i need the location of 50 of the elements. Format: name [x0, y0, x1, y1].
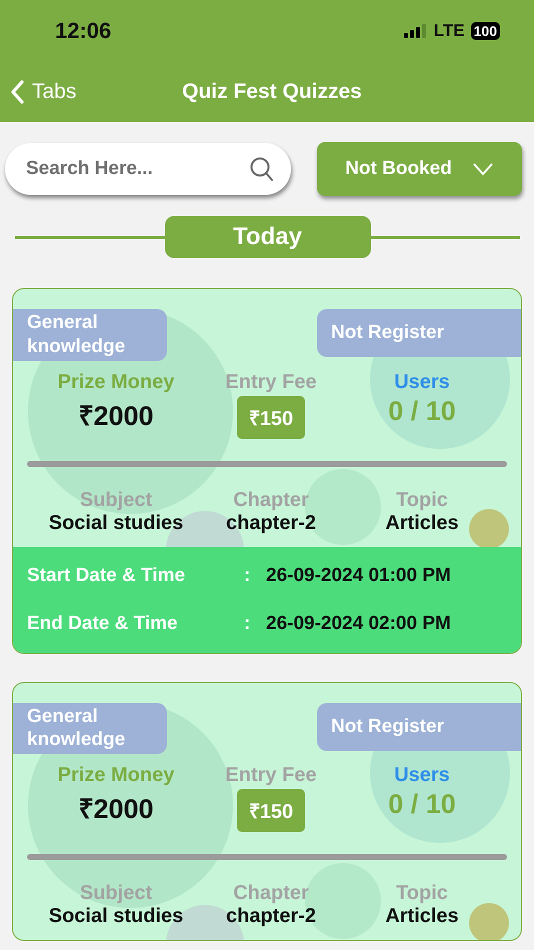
status-tag: Not Register [317, 309, 521, 357]
topic-label: Topic [396, 488, 448, 512]
search-icon [249, 156, 275, 182]
date-value: 26-09-2024 01:00 PM [266, 564, 451, 586]
date-label: End Date & Time [27, 612, 179, 634]
bubble-decoration [469, 902, 509, 940]
prize-label: Prize Money [58, 370, 174, 394]
subject-value: Social studies [48, 905, 184, 928]
quiz-card[interactable] [12, 288, 522, 654]
subject-label: Subject [80, 488, 152, 512]
prize-label: Prize Money [58, 764, 174, 787]
section-header: Today [164, 216, 370, 258]
quiz-card[interactable]: General knowledge Not Register Prize Money ₹2000 Entry Fee ₹150 Users 0 / 10 Subject Social studies Chapter chapter-2 Topic Articles [12, 682, 522, 941]
network-label: LTE [434, 21, 465, 41]
fee-value: ₹150 [236, 789, 306, 832]
battery-indicator: 100 [470, 22, 500, 40]
prize-value: ₹2000 [78, 400, 154, 432]
status-time: 12:06 [55, 18, 112, 44]
date-label: Start Date & Time [27, 564, 186, 586]
chapter-label: Chapter [233, 488, 309, 512]
topic-label: Topic [396, 882, 448, 905]
users-label: Users [394, 764, 450, 787]
signal-icon [404, 24, 428, 38]
fee-label: Entry Fee [225, 764, 317, 787]
fee-value: ₹150 [236, 396, 306, 438]
category-tag: General knowledge [13, 702, 167, 754]
separator-colon: : [244, 564, 252, 586]
prize-value: ₹2000 [78, 793, 154, 826]
status-tag: Not Register [317, 702, 521, 750]
chevron-down-icon [472, 162, 494, 176]
users-value: 0 / 10 [388, 789, 456, 820]
chapter-value: chapter-2 [226, 512, 316, 534]
back-button[interactable]: Tabs [10, 80, 76, 104]
separator-colon: : [244, 612, 252, 634]
subject-value: Social studies [48, 512, 184, 534]
bubble-decoration [469, 509, 509, 549]
topic-value: Articles [385, 905, 459, 928]
category-tag: General knowledge [13, 309, 167, 360]
chevron-left-icon [10, 80, 24, 104]
fee-label: Entry Fee [225, 370, 317, 394]
users-value: 0 / 10 [388, 396, 456, 426]
chapter-value: chapter-2 [226, 905, 316, 928]
filter-dropdown[interactable]: Not Booked [317, 142, 522, 196]
subject-label: Subject [80, 882, 152, 905]
topic-value: Articles [385, 512, 459, 534]
page-title: Quiz Fest Quizzes [182, 80, 362, 104]
chapter-label: Chapter [233, 882, 309, 905]
date-value: 26-09-2024 02:00 PM [266, 612, 451, 634]
search-field[interactable]: Search Here... [5, 143, 291, 195]
users-label: Users [394, 370, 450, 394]
